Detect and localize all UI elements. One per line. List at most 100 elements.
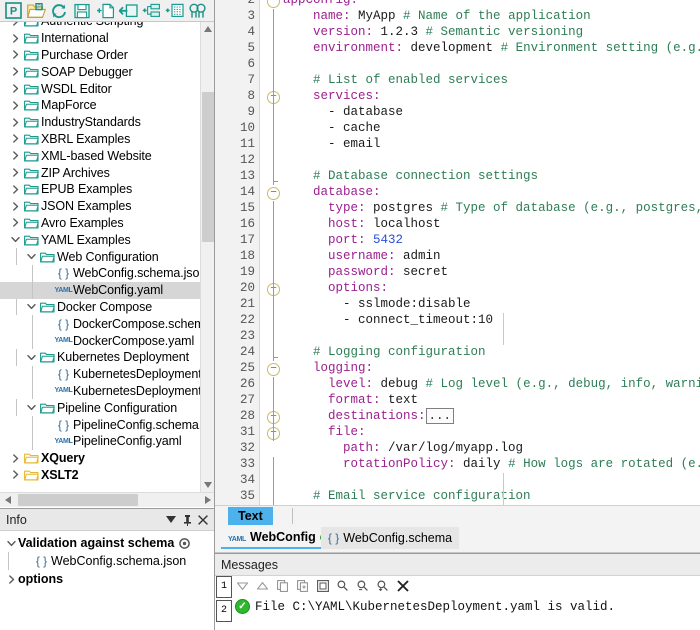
clear-icon[interactable]: [395, 578, 410, 593]
find-next-icon[interactable]: [375, 578, 390, 593]
code-line[interactable]: [215, 57, 700, 73]
code-line[interactable]: rotationPolicy: daily # How logs are rot…: [215, 457, 700, 473]
add-external-folder-icon[interactable]: [117, 1, 139, 21]
code-line[interactable]: [215, 329, 700, 345]
chevron-right-icon[interactable]: [8, 22, 22, 26]
tree-folder-purchase-order[interactable]: Purchase Order: [0, 47, 200, 64]
tree-file-pipelineconfig-schema-json[interactable]: { } PipelineConfig.schema.json: [0, 416, 214, 433]
project-tree[interactable]: Authentic Scripting InternationalPurchase…: [0, 22, 214, 492]
scroll-right-arrow-icon[interactable]: [200, 493, 214, 507]
find-previous-icon[interactable]: [355, 578, 370, 593]
code-line[interactable]: database:: [215, 185, 700, 201]
tree-folder-international[interactable]: International: [0, 30, 200, 47]
tree-folder-epub-examples[interactable]: EPUB Examples: [0, 181, 200, 198]
code-line[interactable]: destinations:...: [215, 408, 700, 425]
chevron-right-icon[interactable]: [8, 101, 22, 110]
code-line[interactable]: level: debug # Log level (e.g., debug, i…: [215, 377, 700, 393]
chevron-right-icon[interactable]: [8, 134, 22, 144]
tree-folder-authentic-scripting[interactable]: Authentic Scripting: [0, 22, 200, 30]
code-line[interactable]: file:: [215, 425, 700, 441]
code-line[interactable]: - database: [215, 105, 700, 121]
code-line[interactable]: - connect_timeout:10: [215, 313, 700, 329]
validate-badge-icon[interactable]: [179, 537, 191, 549]
project-tree-vertical-scrollbar[interactable]: [200, 22, 214, 492]
tree-file-pipelineconfig-yaml[interactable]: YAML PipelineConfig.yaml: [0, 432, 200, 450]
project-tree-horizontal-scrollbar[interactable]: [0, 492, 214, 507]
code-line[interactable]: port: 5432: [215, 233, 700, 249]
tab-text[interactable]: Text: [228, 507, 273, 526]
find-icon[interactable]: [186, 1, 208, 21]
chevron-down-icon[interactable]: [24, 353, 38, 362]
code-line[interactable]: # List of enabled services: [215, 73, 700, 89]
code-line[interactable]: host: localhost: [215, 217, 700, 233]
code-line[interactable]: [215, 473, 700, 489]
scroll-down-arrow-icon[interactable]: [201, 478, 214, 492]
code-line[interactable]: username: admin: [215, 249, 700, 265]
tree-folder-mapforce[interactable]: MapForce: [0, 97, 200, 114]
chevron-right-icon[interactable]: [8, 470, 22, 480]
next-message-icon[interactable]: [235, 578, 250, 593]
add-resource-icon[interactable]: [140, 1, 162, 21]
code-line[interactable]: - cache: [215, 121, 700, 137]
chevron-down-icon[interactable]: [24, 403, 38, 412]
document-tab-webconfig[interactable]: YAML WebConfig: [221, 527, 334, 549]
tree-folder-xquery[interactable]: XQuery: [0, 450, 200, 467]
chevron-down-icon[interactable]: [4, 539, 18, 548]
chevron-right-icon[interactable]: [8, 84, 22, 93]
chevron-right-icon[interactable]: [4, 574, 18, 584]
code-line[interactable]: version: 1.2.3 # Semantic versioning: [215, 25, 700, 41]
chevron-right-icon[interactable]: [8, 453, 22, 463]
tree-file-webconfig-schema-json[interactable]: { } WebConfig.schema.json: [0, 264, 206, 282]
chevron-right-icon[interactable]: [8, 151, 22, 160]
find-icon[interactable]: [335, 578, 350, 593]
messages-side-tabs[interactable]: 12: [215, 576, 233, 630]
code-line[interactable]: # Email service configuration: [215, 489, 700, 505]
tree-folder-zip-archives[interactable]: ZIP Archives: [0, 164, 200, 181]
code-line[interactable]: appConfig:: [215, 0, 700, 9]
tree-folder-xbrl-examples[interactable]: XBRL Examples: [0, 131, 200, 148]
tree-folder-pipeline-configuration[interactable]: Pipeline Configuration: [0, 399, 200, 417]
copy-icon[interactable]: [275, 578, 290, 593]
code-line[interactable]: environment: development # Environment s…: [215, 41, 700, 57]
info-item[interactable]: { } WebConfig.schema.json: [0, 552, 214, 570]
message-row[interactable]: ✓ File C:\YAML\KubernetesDeployment.yaml…: [235, 599, 615, 614]
copy-all-icon[interactable]: [315, 578, 330, 593]
info-item[interactable]: Validation against schema: [0, 534, 214, 552]
tree-folder-wsdl-editor[interactable]: WSDL Editor: [0, 80, 200, 97]
dropdown-icon[interactable]: [163, 512, 179, 528]
project-icon[interactable]: P: [2, 1, 24, 21]
previous-message-icon[interactable]: [255, 578, 270, 593]
tree-folder-avro-examples[interactable]: Avro Examples: [0, 215, 200, 232]
code-line[interactable]: path: /var/log/myapp.log: [215, 441, 700, 457]
scrollbar-thumb-horizontal[interactable]: [18, 494, 138, 506]
code-line[interactable]: # Database connection settings: [215, 169, 700, 185]
yaml-text-editor[interactable]: 2 appConfig: −3 name: MyApp # Name of the …: [215, 0, 700, 505]
code-line[interactable]: # Logging configuration: [215, 345, 700, 361]
tree-file-dockercompose-yaml[interactable]: YAML DockerCompose.yaml: [0, 332, 200, 349]
collapse-fold-icon[interactable]: −: [267, 187, 280, 200]
collapse-fold-icon[interactable]: −: [267, 363, 280, 376]
scrollbar-thumb[interactable]: [202, 92, 214, 242]
info-item[interactable]: options: [0, 570, 214, 588]
chevron-right-icon[interactable]: [8, 50, 22, 60]
save-icon[interactable]: [71, 1, 93, 21]
chevron-right-icon[interactable]: [8, 67, 22, 76]
chevron-right-icon[interactable]: [8, 218, 22, 228]
tree-folder-kubernetes-deployment[interactable]: Kubernetes Deployment: [0, 348, 200, 366]
tree-folder-xml-based-website[interactable]: XML-based Website: [0, 147, 200, 164]
chevron-right-icon[interactable]: [8, 168, 22, 177]
code-line[interactable]: type: postgres # Type of database (e.g.,…: [215, 201, 700, 217]
tree-folder-yaml-examples[interactable]: YAML Examples: [0, 231, 200, 248]
scroll-up-arrow-icon[interactable]: [201, 22, 214, 36]
tree-file-kubernetesdeployment-yaml[interactable]: YAMLKubernetesDeployment.yaml: [0, 382, 214, 400]
chevron-right-icon[interactable]: [8, 185, 22, 194]
chevron-right-icon[interactable]: [8, 33, 22, 43]
info-panel-body[interactable]: Validation against schema { } WebConfig.sc…: [0, 531, 214, 588]
add-file-icon[interactable]: [94, 1, 116, 21]
code-line[interactable]: - email: [215, 137, 700, 153]
code-line[interactable]: services:: [215, 89, 700, 105]
add-url-icon[interactable]: [163, 1, 185, 21]
collapse-fold-icon[interactable]: −: [267, 0, 280, 8]
reload-icon[interactable]: [48, 1, 70, 21]
tree-folder-web-configuration[interactable]: Web Configuration: [0, 248, 200, 265]
